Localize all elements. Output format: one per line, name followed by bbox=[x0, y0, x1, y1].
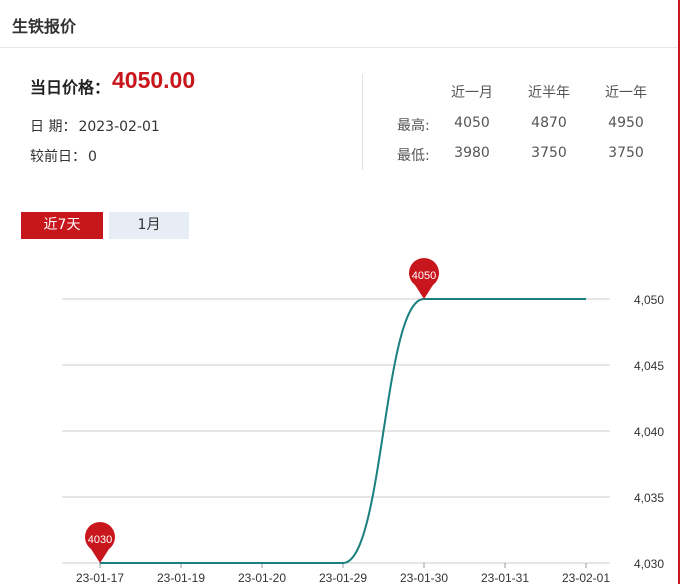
marker-pin-min: 4030 bbox=[85, 522, 115, 563]
price-line-chart: 4,0304,0354,0404,0454,050 23-01-17 23-01-… bbox=[62, 258, 664, 584]
chart-grid bbox=[62, 298, 610, 564]
x-tick-label: 23-01-29 bbox=[319, 571, 367, 584]
y-tick-label: 4,040 bbox=[634, 425, 664, 439]
x-tick-label: 23-01-20 bbox=[238, 571, 286, 584]
marker-pin-max: 4050 bbox=[409, 258, 440, 299]
y-tick-label: 4,030 bbox=[634, 557, 664, 571]
x-tick-label: 23-01-31 bbox=[481, 571, 529, 584]
x-tick-label: 23-01-19 bbox=[157, 571, 205, 584]
y-tick-label: 4,035 bbox=[634, 491, 664, 505]
y-tick-label: 4,050 bbox=[634, 293, 664, 307]
y-tick-label: 4,045 bbox=[634, 359, 664, 373]
marker-label: 4050 bbox=[412, 270, 436, 282]
x-tick-label: 23-01-17 bbox=[76, 571, 124, 584]
marker-label: 4030 bbox=[88, 534, 112, 546]
y-axis-ticks: 4,030 4,035 4,040 4,045 4,050 bbox=[634, 293, 664, 571]
x-axis-ticks: 23-01-17 23-01-19 23-01-20 23-01-29 23-01-30… bbox=[76, 563, 610, 584]
x-tick-label: 23-01-30 bbox=[400, 571, 448, 584]
x-tick-label: 23-02-01 bbox=[562, 571, 610, 584]
